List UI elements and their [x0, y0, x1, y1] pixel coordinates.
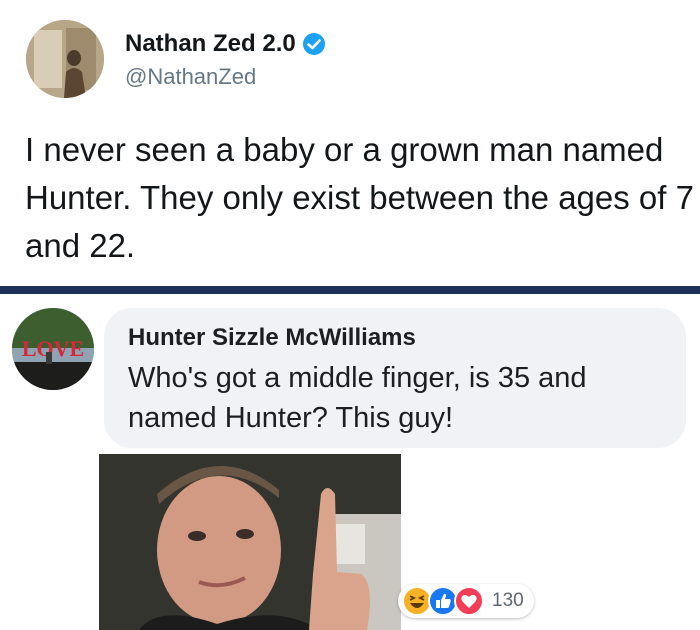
love-icon	[454, 586, 484, 616]
tweet-handle[interactable]: @NathanZed	[125, 64, 256, 90]
verified-badge-icon	[302, 32, 326, 56]
tweet-display-name[interactable]: Nathan Zed 2.0	[125, 30, 326, 58]
comment-text: Who's got a middle finger, is 35 and nam…	[128, 362, 587, 434]
tweet-avatar[interactable]	[26, 20, 104, 98]
comment-photo[interactable]	[99, 454, 401, 630]
facebook-comment: LOVE Hunter Sizzle McWilliams Who's got …	[0, 294, 700, 630]
reaction-summary[interactable]: 130	[398, 584, 534, 618]
display-name-text: Nathan Zed 2.0	[125, 30, 296, 57]
reaction-count: 130	[492, 590, 524, 611]
section-divider	[0, 286, 700, 294]
commenter-name[interactable]: Hunter Sizzle McWilliams	[128, 324, 416, 352]
tweet-card: Nathan Zed 2.0 @NathanZed I never seen a…	[0, 0, 700, 286]
love-sign-text: LOVE	[22, 336, 84, 361]
commenter-avatar[interactable]: LOVE	[12, 308, 94, 390]
tweet-text: I never seen a baby or a grown man named…	[25, 131, 694, 264]
comment-bubble: Hunter Sizzle McWilliams Who's got a mid…	[104, 308, 686, 448]
